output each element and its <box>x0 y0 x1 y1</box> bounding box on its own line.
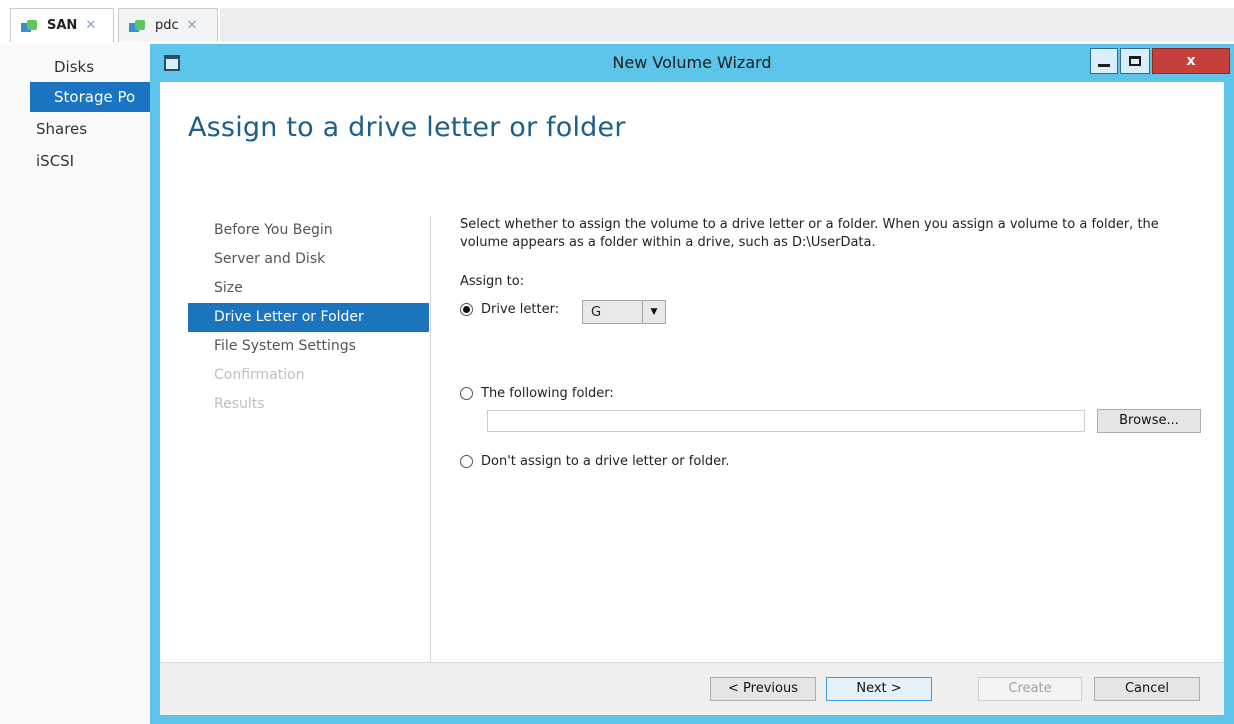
server-manager-icon <box>129 19 147 33</box>
background-navigation: Disks Storage Po Shares iSCSI <box>0 44 184 724</box>
nav-item-disks[interactable]: Disks <box>0 52 160 82</box>
server-manager-icon <box>21 19 39 33</box>
steps-divider <box>430 216 431 688</box>
tab-label: SAN <box>47 18 78 33</box>
nav-item-iscsi[interactable]: iSCSI <box>0 146 160 176</box>
step-size[interactable]: Size <box>188 274 429 303</box>
step-before-you-begin[interactable]: Before You Begin <box>188 216 429 245</box>
option-drive-letter[interactable]: Drive letter: <box>460 302 559 317</box>
tab-strip: SAN ✕ pdc ✕ <box>0 0 1234 44</box>
dropdown-arrow-icon[interactable]: ▼ <box>642 301 665 323</box>
tab-pdc[interactable]: pdc ✕ <box>118 8 218 42</box>
close-icon[interactable]: ✕ <box>187 18 198 33</box>
assign-to-label: Assign to: <box>460 274 525 289</box>
window-title: New Volume Wizard <box>612 53 772 72</box>
description-text: Select whether to assign the volume to a… <box>460 217 1159 250</box>
radio-dont-assign[interactable] <box>460 455 473 468</box>
step-server-and-disk[interactable]: Server and Disk <box>188 245 429 274</box>
close-icon: x <box>1186 53 1196 69</box>
drive-letter-select[interactable]: G ▼ <box>582 300 666 324</box>
step-confirmation: Confirmation <box>214 367 305 383</box>
folder-path-input[interactable] <box>487 410 1085 432</box>
browse-button[interactable]: Browse... <box>1097 409 1201 433</box>
new-volume-wizard-window: New Volume Wizard x Assign to a drive le… <box>150 44 1234 724</box>
wizard-client-area: Assign to a drive letter or folder Befor… <box>160 82 1224 715</box>
radio-selected-dot <box>463 306 470 313</box>
step-file-system-settings[interactable]: File System Settings <box>188 332 429 361</box>
radio-drive-letter[interactable] <box>460 303 473 316</box>
maximize-button[interactable] <box>1120 48 1150 74</box>
close-icon[interactable]: ✕ <box>85 18 96 33</box>
next-button[interactable]: Next > <box>826 677 932 701</box>
following-folder-label: The following folder: <box>481 386 614 401</box>
close-button[interactable]: x <box>1152 48 1230 74</box>
cancel-button[interactable]: Cancel <box>1094 677 1200 701</box>
tab-label: pdc <box>155 18 179 33</box>
wizard-footer: < Previous Next > Create Cancel <box>160 662 1224 715</box>
drive-letter-value: G <box>591 304 602 320</box>
drive-letter-label: Drive letter: <box>481 302 560 317</box>
page-title: Assign to a drive letter or folder <box>188 112 626 143</box>
tab-strip-background <box>220 8 1234 42</box>
wizard-steps: Before You Begin Server and Disk Size Dr… <box>188 216 429 419</box>
step-drive-letter-or-folder[interactable]: Drive Letter or Folder <box>188 303 429 332</box>
maximize-icon <box>1129 56 1141 66</box>
minimize-button[interactable] <box>1090 48 1118 74</box>
nav-item-shares[interactable]: Shares <box>0 114 160 144</box>
tab-san[interactable]: SAN ✕ <box>10 8 114 42</box>
create-button: Create <box>978 677 1082 701</box>
minimize-icon <box>1098 63 1110 67</box>
option-following-folder[interactable]: The following folder: <box>460 386 614 401</box>
step-results: Results <box>214 396 265 412</box>
radio-following-folder[interactable] <box>460 387 473 400</box>
title-bar[interactable]: New Volume Wizard x <box>150 44 1234 82</box>
previous-button[interactable]: < Previous <box>710 677 816 701</box>
dont-assign-label: Don't assign to a drive letter or folder… <box>481 454 730 469</box>
option-dont-assign[interactable]: Don't assign to a drive letter or folder… <box>460 454 729 469</box>
